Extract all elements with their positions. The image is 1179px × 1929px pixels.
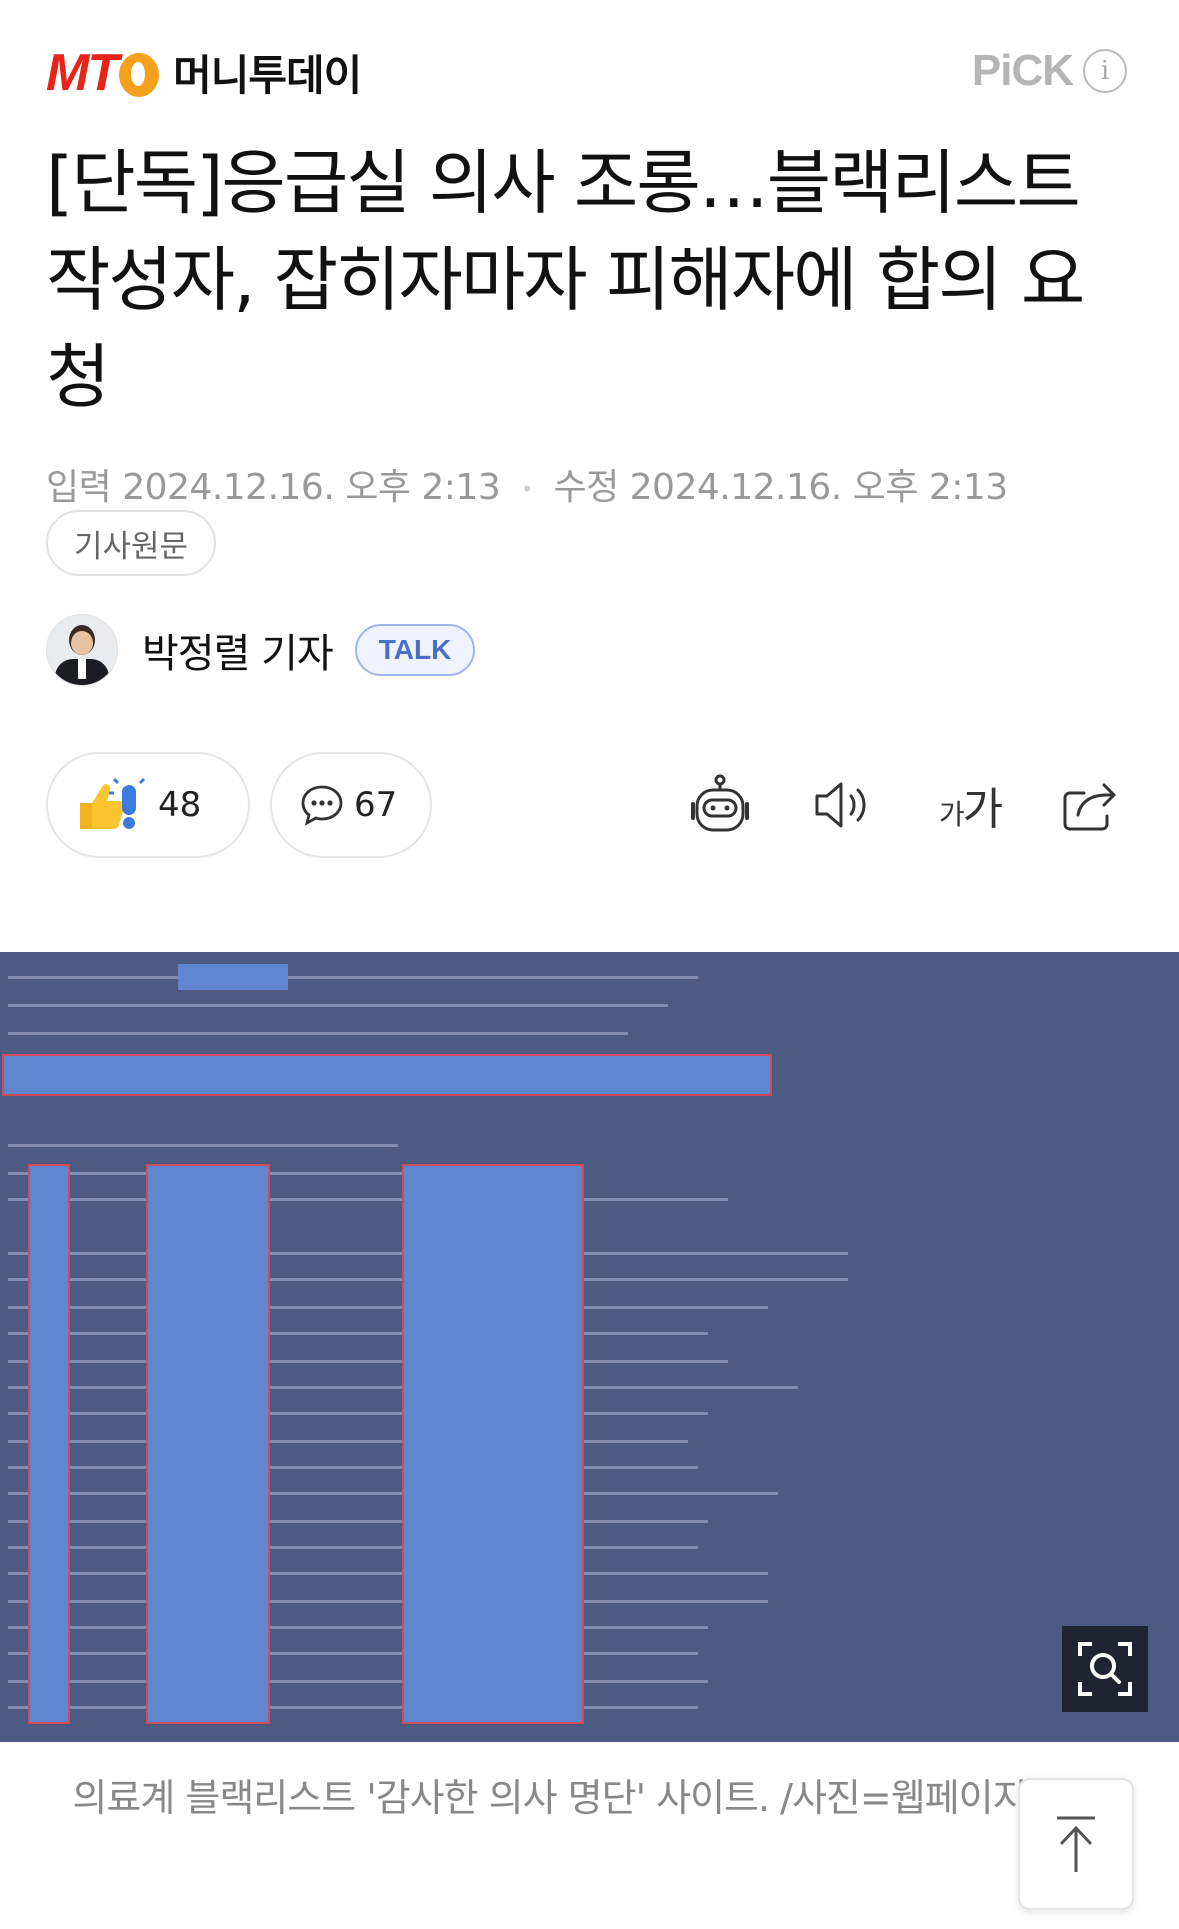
comment-icon bbox=[301, 785, 343, 826]
like-count: 48 bbox=[158, 785, 202, 825]
logo-mt-text: MT bbox=[46, 43, 119, 102]
modified-label: 수정 bbox=[553, 467, 619, 508]
mt-logo[interactable]: MT 머니투데이 bbox=[46, 42, 362, 103]
logo-o-mark bbox=[119, 52, 160, 97]
input-label: 입력 bbox=[46, 467, 112, 508]
logo-korean-text: 머니투데이 bbox=[173, 51, 362, 100]
font-size-button[interactable]: 가가 bbox=[930, 770, 1010, 840]
author-avatar[interactable] bbox=[46, 614, 118, 686]
modified-date: 2024.12.16. 오후 2:13 bbox=[629, 467, 1009, 508]
site-header: MT 머니투데이 PiCK i bbox=[0, 0, 1179, 140]
summary-bot-icon bbox=[691, 774, 749, 832]
author-name[interactable]: 박정렬 기자 bbox=[142, 621, 334, 679]
speaker-icon bbox=[815, 782, 866, 828]
thumbs-up-emoji-icon bbox=[80, 777, 146, 829]
article-title: [단독]응급실 의사 조롱…블랙리스트 작성자, 잡히자마자 피해자에 합의 요… bbox=[46, 142, 1085, 418]
arrow-up-icon bbox=[1057, 1816, 1095, 1872]
talk-button[interactable]: TALK bbox=[354, 624, 476, 676]
reaction-button[interactable]: 48 bbox=[46, 752, 250, 858]
zoom-search-icon bbox=[1078, 1642, 1132, 1696]
author-row: 박정렬 기자 TALK bbox=[46, 614, 476, 686]
share-button[interactable] bbox=[1055, 770, 1125, 840]
font-size-icon: 가가 bbox=[938, 784, 1003, 835]
summary-bot-button[interactable] bbox=[685, 770, 755, 840]
date-separator: • bbox=[521, 477, 533, 501]
pick-label: PiCK bbox=[971, 46, 1074, 95]
article-photo[interactable] bbox=[0, 952, 1179, 1742]
share-icon bbox=[1063, 783, 1116, 831]
input-date: 2024.12.16. 오후 2:13 bbox=[122, 467, 501, 508]
text-to-speech-button[interactable] bbox=[808, 770, 878, 840]
photo-caption: 의료계 블랙리스트 '감사한 의사 명단' 사이트. /사진=웹페이지 캡처 bbox=[72, 1776, 1106, 1820]
comment-button[interactable]: 67 bbox=[270, 752, 432, 858]
article-dates: 입력 2024.12.16. 오후 2:13 • 수정 2024.12.16. … bbox=[46, 458, 1008, 510]
info-icon[interactable]: i bbox=[1083, 49, 1127, 93]
comment-count: 67 bbox=[354, 785, 398, 825]
scroll-to-top-button[interactable] bbox=[1018, 1778, 1134, 1910]
pick-badge[interactable]: PiCK i bbox=[972, 46, 1127, 96]
original-article-button[interactable]: 기사원문 bbox=[46, 510, 217, 576]
image-zoom-button[interactable] bbox=[1062, 1626, 1148, 1712]
